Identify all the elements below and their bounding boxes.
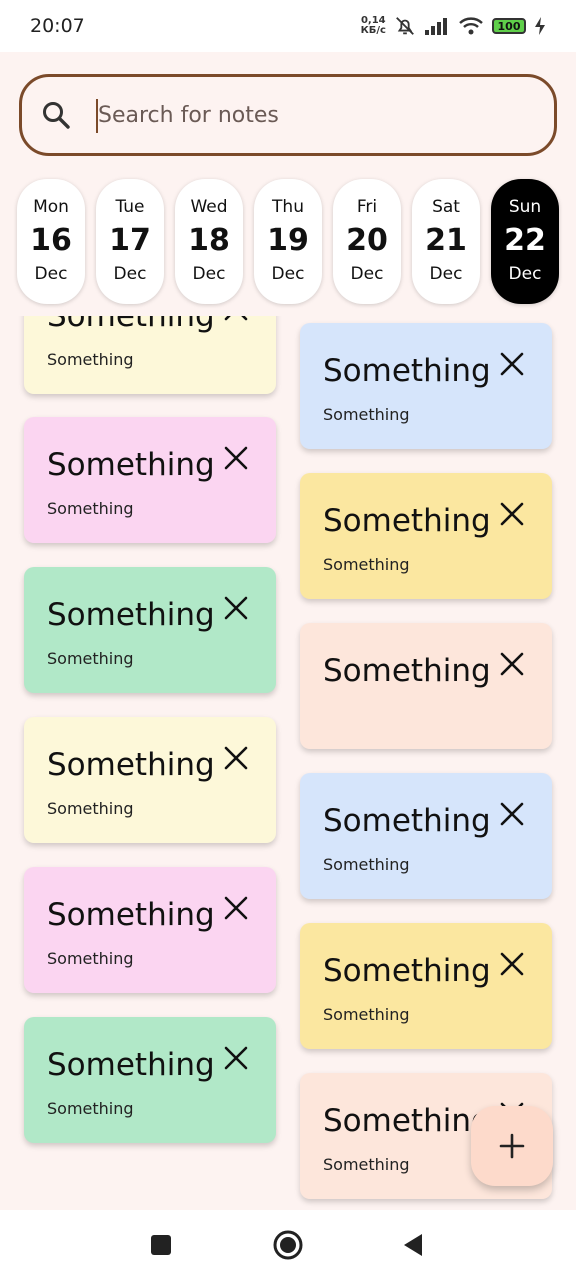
- note-body: Something: [47, 350, 134, 369]
- date-number: 22: [504, 223, 546, 258]
- note-body: Something: [323, 1155, 410, 1174]
- note-title: Something: [47, 897, 215, 933]
- close-icon[interactable]: [223, 316, 249, 322]
- note-title: Something: [323, 953, 491, 989]
- date-chip-mon[interactable]: Mon 16 Dec: [17, 179, 85, 304]
- wifi-icon: [459, 17, 483, 35]
- date-number: 20: [346, 223, 388, 258]
- note-title: Something: [47, 597, 215, 633]
- note-body: Something: [47, 799, 134, 818]
- date-chip-sat[interactable]: Sat 21 Dec: [412, 179, 480, 304]
- date-chip-sun-selected[interactable]: Sun 22 Dec: [491, 179, 559, 304]
- signal-icon: [425, 18, 447, 35]
- close-icon[interactable]: [499, 951, 525, 977]
- note-title: Something: [323, 803, 491, 839]
- note-title: Something: [47, 747, 215, 783]
- search-input[interactable]: [98, 95, 518, 135]
- date-chip-fri[interactable]: Fri 20 Dec: [333, 179, 401, 304]
- note-card[interactable]: Something Something: [24, 867, 276, 993]
- note-body: Something: [47, 949, 134, 968]
- date-month: Dec: [508, 264, 542, 284]
- note-body: Something: [323, 855, 410, 874]
- close-icon[interactable]: [499, 501, 525, 527]
- note-body: Something: [47, 1099, 134, 1118]
- note-body: Something: [323, 405, 410, 424]
- date-number: 21: [425, 223, 467, 258]
- note-card[interactable]: Something: [300, 623, 552, 749]
- note-card[interactable]: Something Something: [24, 1017, 276, 1143]
- network-speed-unit: КБ/с: [360, 25, 386, 36]
- note-card[interactable]: Something Something: [300, 323, 552, 449]
- note-body: Something: [323, 1005, 410, 1024]
- note-title: Something: [323, 653, 491, 689]
- battery-icon: 100: [492, 18, 526, 34]
- note-card[interactable]: Something Something: [300, 923, 552, 1049]
- date-day: Mon: [33, 197, 69, 217]
- date-month: Dec: [34, 264, 68, 284]
- status-time: 20:07: [30, 15, 85, 37]
- date-day: Sat: [432, 197, 460, 217]
- close-icon[interactable]: [499, 651, 525, 677]
- date-number: 17: [109, 223, 151, 258]
- close-icon[interactable]: [499, 801, 525, 827]
- add-note-button[interactable]: [471, 1106, 553, 1186]
- note-body: Something: [323, 555, 410, 574]
- back-triangle-icon[interactable]: [398, 1229, 430, 1261]
- date-month: Dec: [113, 264, 147, 284]
- note-card[interactable]: Something Something: [300, 773, 552, 899]
- home-circle-icon[interactable]: [272, 1229, 304, 1261]
- close-icon[interactable]: [499, 351, 525, 377]
- note-card[interactable]: Something Something: [24, 417, 276, 543]
- note-title: Something: [323, 353, 491, 389]
- date-number: 18: [188, 223, 230, 258]
- plus-icon: [499, 1133, 525, 1159]
- system-nav-bar: [0, 1210, 576, 1280]
- date-month: Dec: [429, 264, 463, 284]
- date-day: Fri: [356, 197, 378, 217]
- note-title: Something: [323, 1103, 491, 1139]
- date-day: Sun: [508, 197, 542, 217]
- charging-icon: [535, 17, 545, 35]
- note-title: Something: [323, 503, 491, 539]
- note-card[interactable]: Something Something: [24, 567, 276, 693]
- note-card[interactable]: Something Something: [24, 316, 276, 394]
- status-bar: 20:07 0,14 КБ/с 100: [0, 0, 576, 52]
- search-icon[interactable]: [40, 99, 72, 131]
- note-body: Something: [47, 649, 134, 668]
- date-day: Tue: [115, 197, 145, 217]
- note-title: Something: [47, 316, 215, 334]
- date-chip-wed[interactable]: Wed 18 Dec: [175, 179, 243, 304]
- date-month: Dec: [192, 264, 226, 284]
- date-day: Wed: [190, 197, 228, 217]
- date-number: 19: [267, 223, 309, 258]
- recents-square-icon[interactable]: [145, 1229, 177, 1261]
- notes-grid: Something Something Something Something …: [0, 316, 576, 1210]
- note-card[interactable]: Something Something: [300, 473, 552, 599]
- close-icon[interactable]: [223, 1045, 249, 1071]
- note-body: Something: [47, 499, 134, 518]
- date-day: Thu: [272, 197, 304, 217]
- search-bar[interactable]: [19, 74, 557, 156]
- close-icon[interactable]: [223, 745, 249, 771]
- date-number: 16: [30, 223, 72, 258]
- network-speed: 0,14 КБ/с: [361, 16, 386, 36]
- date-chip-tue[interactable]: Tue 17 Dec: [96, 179, 164, 304]
- status-icons: 0,14 КБ/с 100: [361, 15, 546, 37]
- close-icon[interactable]: [223, 595, 249, 621]
- bell-muted-icon: [396, 17, 414, 35]
- note-card[interactable]: Something Something: [24, 717, 276, 843]
- date-month: Dec: [271, 264, 305, 284]
- close-icon[interactable]: [223, 445, 249, 471]
- date-chip-thu[interactable]: Thu 19 Dec: [254, 179, 322, 304]
- note-title: Something: [47, 1047, 215, 1083]
- note-title: Something: [47, 447, 215, 483]
- close-icon[interactable]: [223, 895, 249, 921]
- date-month: Dec: [350, 264, 384, 284]
